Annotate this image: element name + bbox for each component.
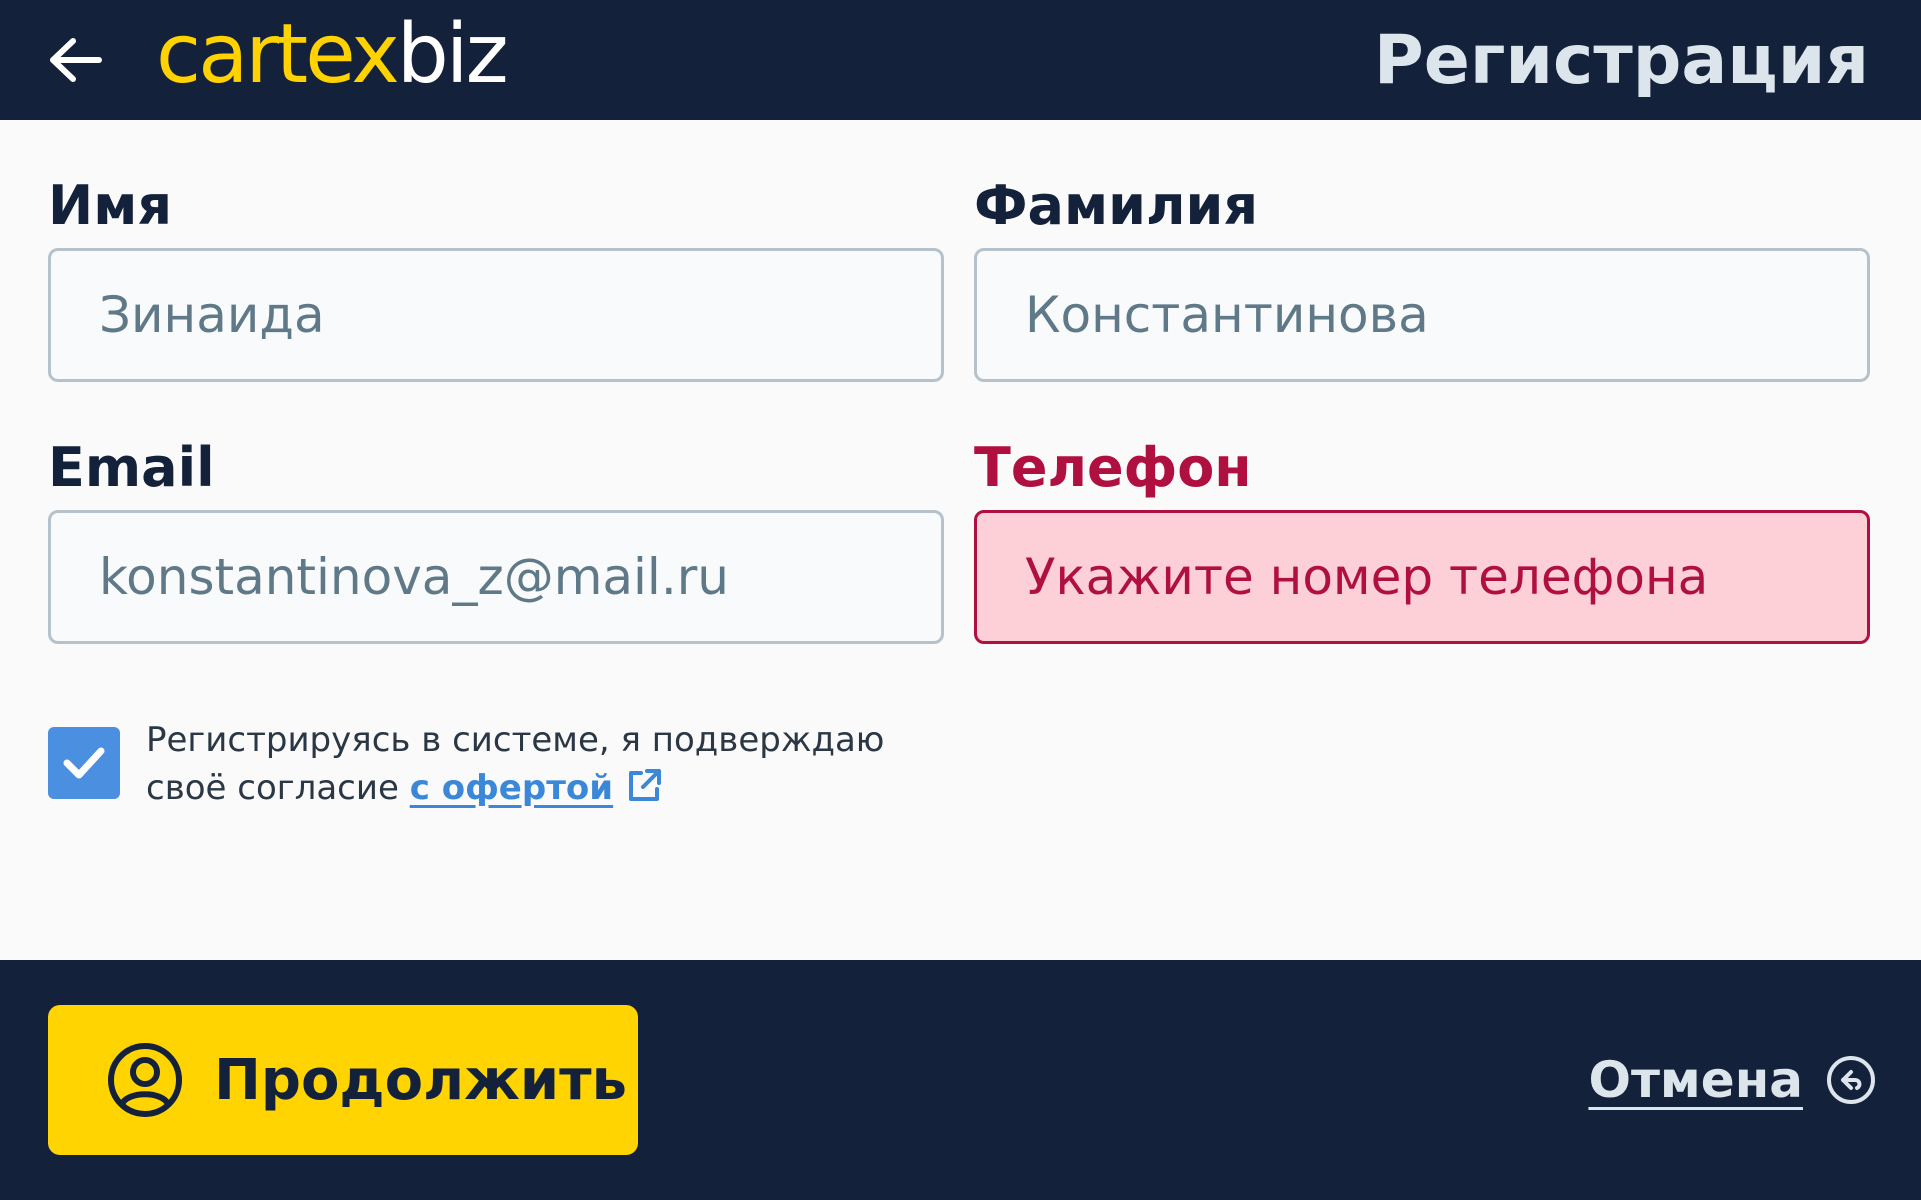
- cartexbiz-logo: cartexbiz: [156, 7, 509, 102]
- phone-label: Телефон: [974, 436, 1252, 499]
- undo-circle-icon: [1827, 1056, 1875, 1104]
- checkmark-icon: [63, 747, 105, 779]
- cancel-button[interactable]: Отмена: [1588, 1042, 1877, 1118]
- first-name-field-box: [48, 248, 944, 382]
- consent-text: Регистрируясь в системе, я подверждаю св…: [146, 716, 906, 812]
- external-link-icon[interactable]: [625, 767, 663, 805]
- phone-field-box: [974, 510, 1870, 644]
- user-circle-icon: [108, 1043, 182, 1117]
- continue-label: Продолжить: [214, 1047, 627, 1113]
- logo-biz: biz: [396, 7, 509, 102]
- consent-line-2: своё согласие с офертой: [146, 764, 906, 812]
- last-name-label: Фамилия: [974, 174, 1259, 237]
- offer-link[interactable]: с офертой: [410, 768, 613, 808]
- first-name-input[interactable]: [51, 251, 941, 379]
- email-field-box: [48, 510, 944, 644]
- top-bar: cartexbiz Регистрация: [0, 0, 1921, 120]
- consent-line-2-text: своё согласие: [146, 768, 399, 808]
- email-input[interactable]: [51, 513, 941, 641]
- continue-button[interactable]: Продолжить: [48, 1005, 638, 1155]
- logo-cartex: cartex: [156, 7, 400, 102]
- cancel-label: Отмена: [1588, 1051, 1803, 1109]
- last-name-field-box: [974, 248, 1870, 382]
- last-name-input[interactable]: [977, 251, 1867, 379]
- first-name-label: Имя: [48, 174, 173, 237]
- arrow-left-icon: [50, 38, 102, 82]
- phone-input[interactable]: [977, 513, 1867, 641]
- consent-line-1: Регистрируясь в системе, я подверждаю: [146, 720, 885, 760]
- page-title: Регистрация: [1373, 21, 1869, 100]
- consent-checkbox[interactable]: [48, 727, 120, 799]
- email-label: Email: [48, 436, 215, 499]
- back-button[interactable]: [44, 30, 108, 90]
